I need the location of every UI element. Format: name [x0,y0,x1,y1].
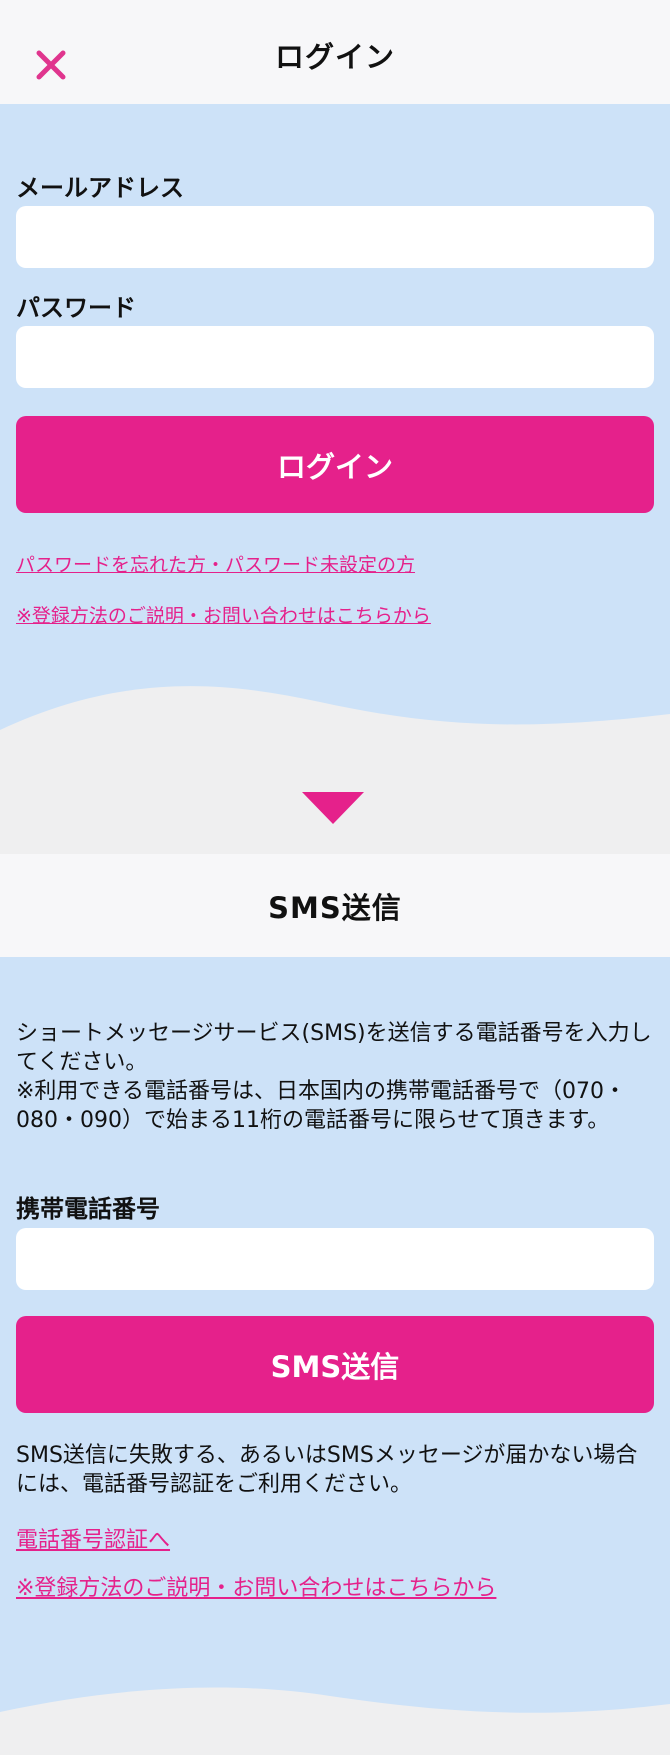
next-step-indicator [0,772,670,854]
email-label: メールアドレス [16,174,184,202]
page-title: ログイン [274,40,395,74]
help-link-sms[interactable]: ※登録方法のご説明・お問い合わせはこちらから [16,1576,496,1601]
login-form-section: メールアドレス パスワード ログイン パスワードを忘れた方・パスワード未設定の方… [0,104,670,772]
phone-auth-link[interactable]: 電話番号認証へ [16,1528,170,1553]
sms-form-section: ショートメッセージサービス(SMS)を送信する電話番号を入力してください。 ※利… [0,957,670,1740]
wave-divider-bottom [0,1687,670,1740]
help-link-login[interactable]: ※登録方法のご説明・お問い合わせはこちらから [16,605,431,627]
close-button[interactable] [22,36,80,94]
sms-description: ショートメッセージサービス(SMS)を送信する電話番号を入力してください。 ※利… [16,1021,652,1133]
close-icon [36,50,66,80]
sms-title: SMS送信 [268,890,402,925]
wave-divider [0,686,670,772]
login-button[interactable]: ログイン [16,416,654,513]
email-field[interactable] [16,206,654,268]
password-field[interactable] [16,326,654,388]
login-header: ログイン [0,0,670,104]
forgot-password-link[interactable]: パスワードを忘れた方・パスワード未設定の方 [16,554,415,576]
password-label: パスワード [16,294,136,322]
phone-field[interactable] [16,1228,654,1290]
sms-send-button[interactable]: SMS送信 [16,1316,654,1413]
sms-header: SMS送信 [0,854,670,957]
triangle-down-icon [302,792,364,824]
sms-fail-text: SMS送信に失敗する、あるいはSMSメッセージが届かない場合には、電話番号認証を… [16,1443,638,1497]
phone-label: 携帯電話番号 [16,1195,160,1223]
